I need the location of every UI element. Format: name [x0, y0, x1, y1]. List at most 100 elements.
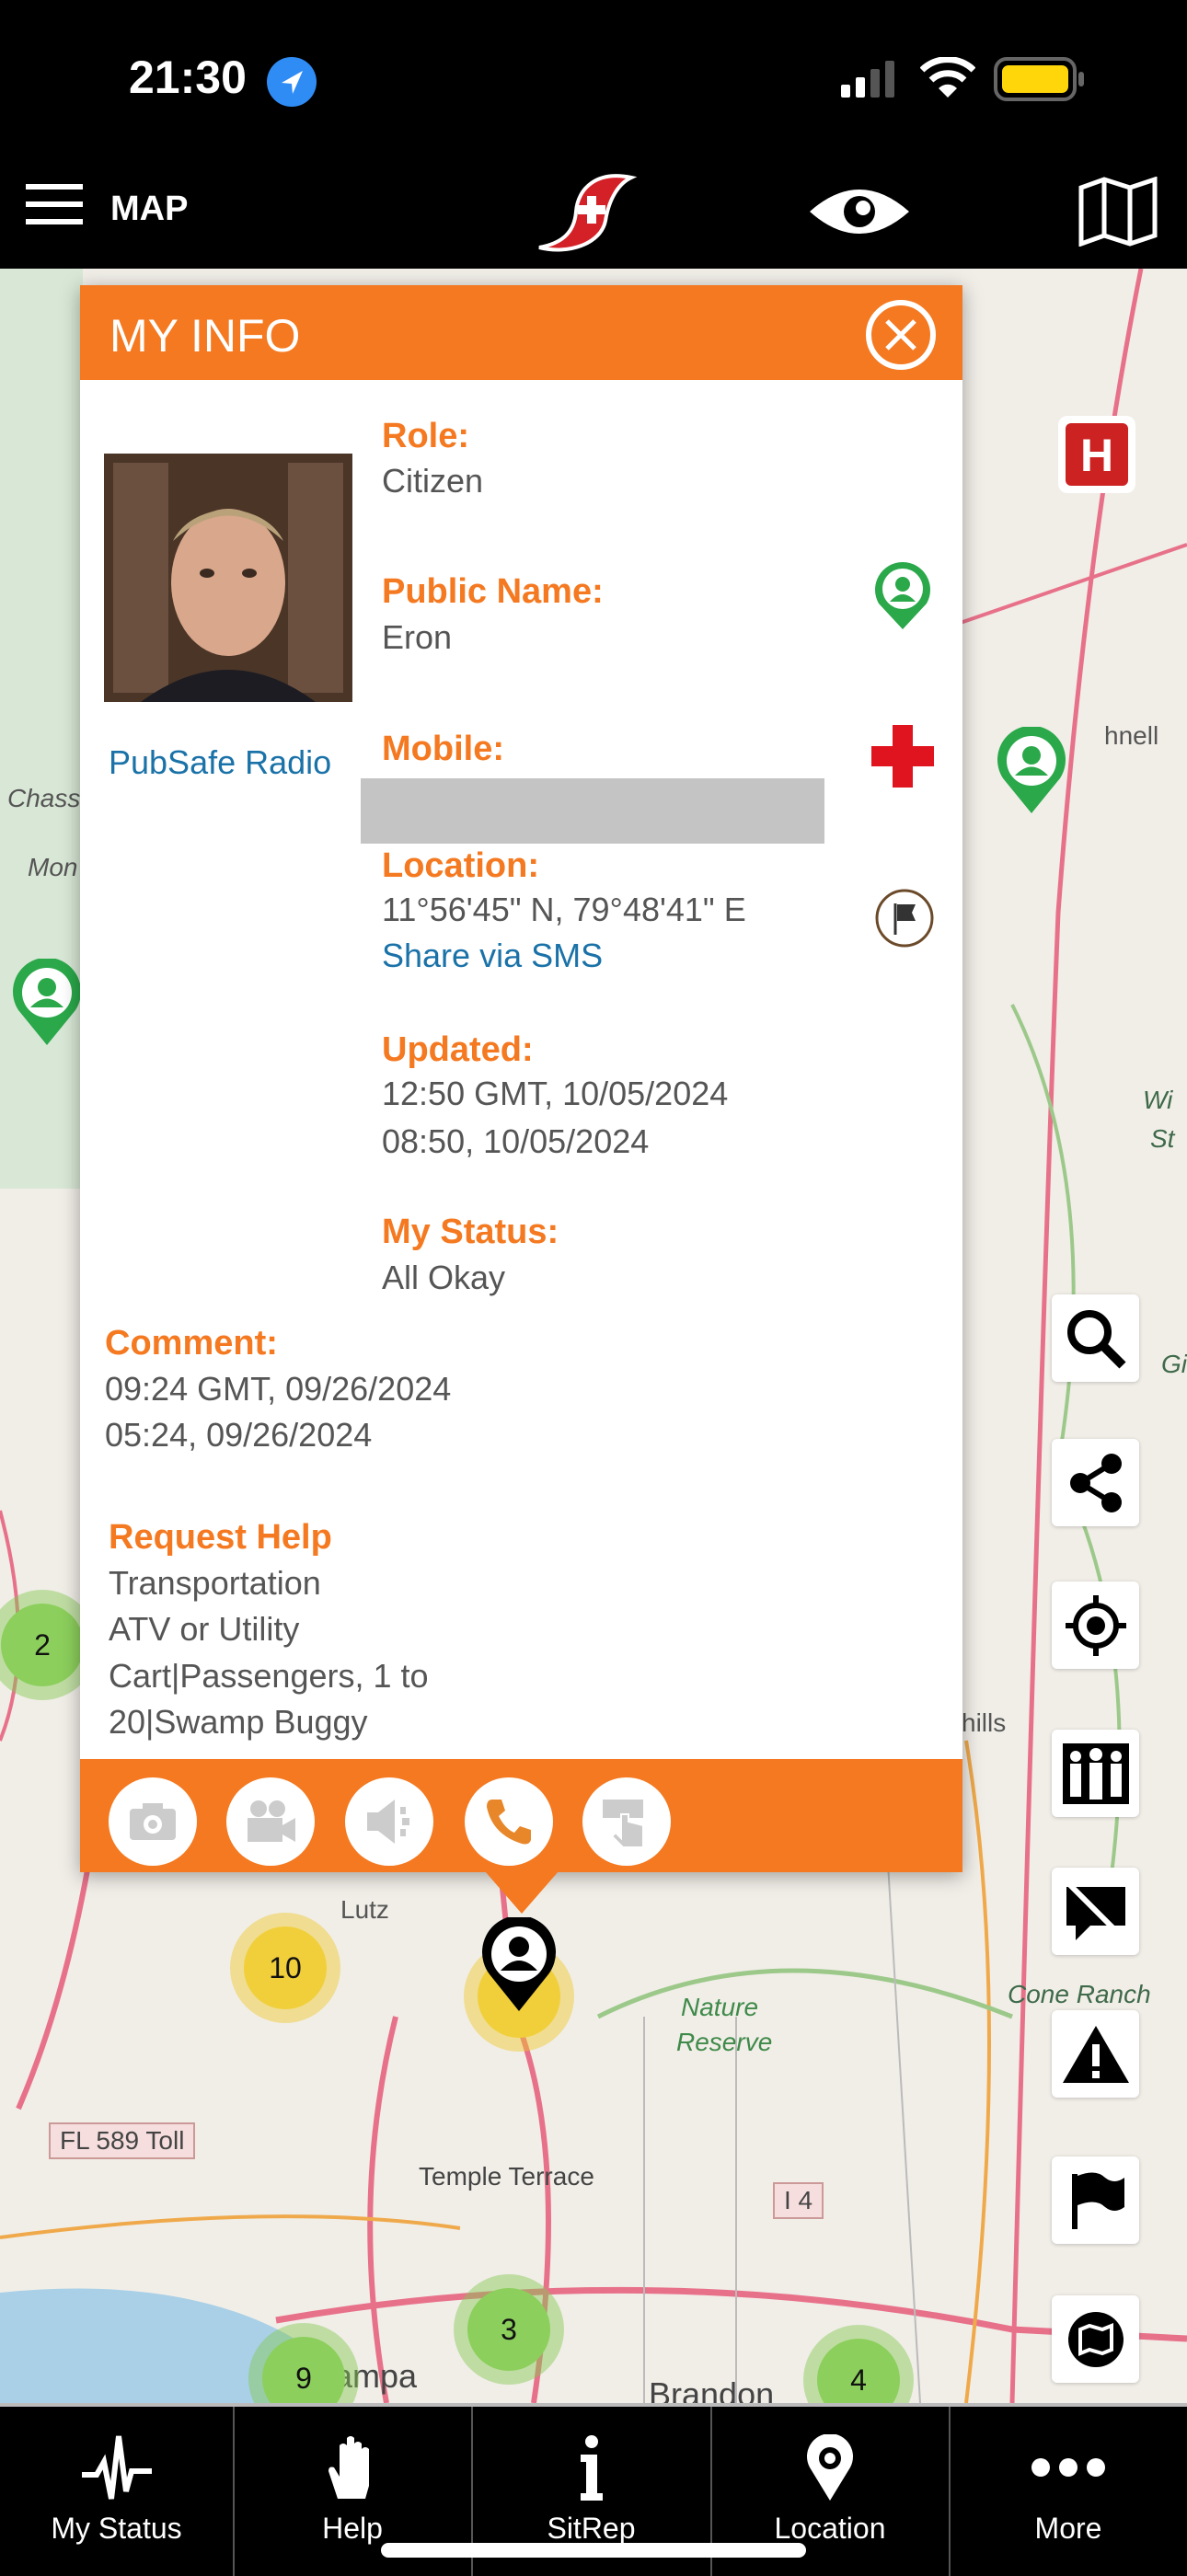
search-icon	[1066, 1309, 1126, 1369]
public-name-value: Eron	[382, 618, 453, 656]
profile-photo	[104, 454, 352, 702]
map-cluster[interactable]: 10	[230, 1913, 340, 2023]
role-value: Citizen	[382, 462, 484, 500]
top-nav: MAP	[0, 138, 1187, 269]
map-label: Chass	[7, 784, 81, 812]
map-label: hills	[962, 1708, 1007, 1737]
map-label: Lutz	[340, 1895, 389, 1924]
bottom-tab-bar: My Status Help SitRep Location More	[0, 2403, 1187, 2576]
home-indicator[interactable]	[381, 2543, 806, 2558]
hospital-icon[interactable]: H	[1056, 414, 1137, 495]
video-icon	[248, 1800, 295, 1842]
people-icon	[1062, 1742, 1129, 1804]
map-label: Gi	[1161, 1350, 1187, 1378]
camera-button[interactable]	[109, 1777, 197, 1866]
wifi-icon	[920, 57, 975, 98]
map-label: Temple Terrace	[419, 2162, 594, 2191]
flag-button[interactable]	[1052, 2156, 1139, 2244]
share-button[interactable]	[1052, 1439, 1139, 1526]
map-label: Wi	[1143, 1086, 1173, 1114]
map-label: Cone Ranch	[1008, 1980, 1151, 2008]
map-icon[interactable]	[1078, 177, 1158, 247]
comment-gmt: 09:24 GMT, 09/26/2024	[105, 1370, 452, 1408]
mobile-redacted	[361, 778, 824, 844]
location-pin-icon	[807, 2434, 853, 2501]
updated-gmt: 12:50 GMT, 10/05/2024	[382, 1075, 729, 1112]
map-icon	[1067, 2311, 1124, 2367]
map-label: hnell	[1104, 721, 1159, 750]
battery-icon	[994, 57, 1084, 101]
request-line: Cart|Passengers, 1 to	[109, 1657, 429, 1695]
search-button[interactable]	[1052, 1294, 1139, 1382]
phone-icon	[487, 1800, 531, 1845]
warning-button[interactable]	[1052, 2010, 1139, 2098]
speaker-icon	[367, 1800, 409, 1844]
people-button[interactable]	[1052, 1730, 1139, 1817]
map-label: Reserve	[676, 2028, 773, 2056]
request-line: Transportation	[109, 1564, 321, 1602]
tab-my-status[interactable]: My Status	[0, 2407, 233, 2576]
status-bar: 21:30	[0, 0, 1187, 138]
popup-title: MY INFO	[109, 310, 301, 362]
menu-icon[interactable]	[26, 184, 83, 224]
share-icon	[1069, 1453, 1122, 1512]
map-label: Mon	[28, 853, 78, 881]
more-icon	[1031, 2458, 1105, 2477]
person-pin-icon[interactable]	[996, 727, 1067, 815]
flag-icon	[1071, 2171, 1124, 2229]
tab-more[interactable]: More	[950, 2407, 1187, 2576]
call-button[interactable]	[465, 1777, 553, 1866]
my-info-popup: MY INFO PubSafe Radio Role: Citizen Publ…	[80, 285, 962, 1914]
hand-icon	[328, 2436, 369, 2499]
map-cluster[interactable]: 3	[454, 2274, 564, 2385]
location-arrow-icon	[267, 57, 317, 107]
map-label: Brandon	[649, 2375, 775, 2403]
comment-label: Comment:	[105, 1324, 278, 1363]
video-button[interactable]	[226, 1777, 315, 1866]
pubsafe-radio-link[interactable]: PubSafe Radio	[109, 743, 331, 782]
my-status-label: My Status:	[382, 1213, 559, 1251]
person-pin-icon[interactable]	[11, 959, 83, 1047]
popup-pointer	[485, 1871, 559, 1914]
popup-header: MY INFO	[80, 285, 962, 380]
location-value: 11°56'45" N, 79°48'41" E	[382, 891, 746, 928]
eye-icon[interactable]	[808, 184, 911, 239]
warning-icon	[1062, 2025, 1129, 2083]
close-icon[interactable]	[864, 298, 938, 372]
app-logo	[538, 174, 638, 252]
locate-button[interactable]	[1052, 1581, 1139, 1669]
my-location-pin-icon[interactable]	[480, 1917, 558, 2013]
camera-icon	[130, 1803, 176, 1840]
road-shield: I 4	[773, 2182, 824, 2219]
flag-icon[interactable]	[873, 887, 936, 949]
person-pin-icon[interactable]	[873, 561, 932, 631]
touch-button[interactable]	[582, 1777, 671, 1866]
road-shield: FL 589 Toll	[49, 2122, 196, 2159]
map-label: St	[1150, 1124, 1175, 1153]
my-status-value: All Okay	[382, 1259, 506, 1296]
medical-cross-icon[interactable]	[870, 723, 936, 789]
no-chat-button[interactable]	[1052, 1868, 1139, 1955]
role-label: Role:	[382, 417, 469, 455]
public-name-label: Public Name:	[382, 572, 604, 611]
updated-label: Updated:	[382, 1030, 534, 1069]
map-layers-button[interactable]	[1052, 2295, 1139, 2383]
share-sms-link[interactable]: Share via SMS	[382, 937, 603, 975]
no-chat-icon	[1066, 1880, 1125, 1940]
broadcast-button[interactable]	[345, 1777, 433, 1866]
locate-icon	[1065, 1594, 1126, 1656]
map-label: Nature	[681, 1993, 759, 2021]
request-line: 20|Swamp Buggy	[109, 1703, 368, 1741]
signal-icon	[841, 61, 894, 98]
request-line: ATV or Utility	[109, 1610, 300, 1648]
page-title: MAP	[110, 190, 189, 228]
mobile-label: Mobile:	[382, 730, 504, 768]
updated-local: 08:50, 10/05/2024	[382, 1122, 650, 1160]
clock: 21:30	[129, 52, 247, 103]
comment-local: 05:24, 09/26/2024	[105, 1416, 373, 1454]
request-help-label: Request Help	[109, 1518, 332, 1557]
info-icon	[580, 2435, 603, 2501]
svg-text:H: H	[1080, 430, 1113, 481]
location-label: Location:	[382, 846, 539, 885]
heartbeat-icon	[81, 2435, 152, 2500]
